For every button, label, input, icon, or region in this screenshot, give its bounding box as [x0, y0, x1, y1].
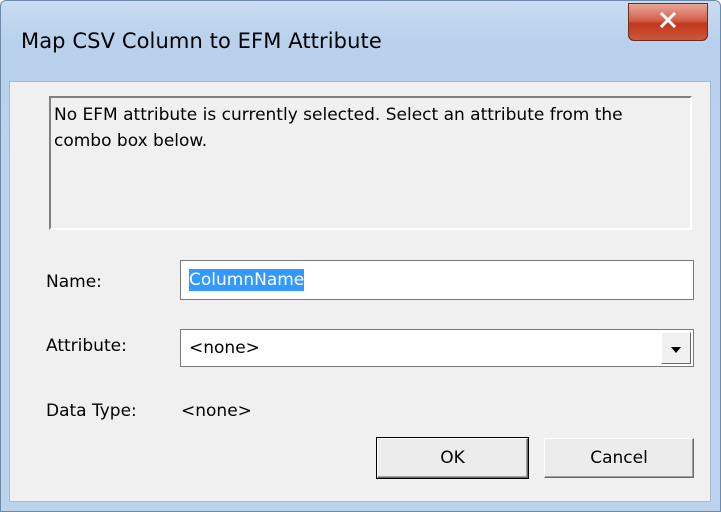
- info-message-line-1: No EFM attribute is currently selected. …: [54, 105, 623, 125]
- chevron-down-icon: [670, 339, 682, 358]
- name-label: Name:: [46, 272, 102, 292]
- dialog-window: Map CSV Column to EFM Attribute No EFM a…: [0, 0, 721, 512]
- data-type-label: Data Type:: [46, 401, 137, 421]
- title-bar[interactable]: Map CSV Column to EFM Attribute: [1, 1, 720, 81]
- attribute-combobox-value: <none>: [189, 338, 260, 358]
- info-message-box: No EFM attribute is currently selected. …: [49, 96, 692, 230]
- attribute-label: Attribute:: [46, 336, 127, 356]
- ok-button[interactable]: OK: [376, 437, 529, 479]
- close-icon: [659, 11, 677, 32]
- cancel-button[interactable]: Cancel: [544, 438, 694, 478]
- name-input-value: ColumnName: [189, 269, 305, 291]
- close-button[interactable]: [628, 3, 708, 41]
- name-input[interactable]: ColumnName: [180, 260, 694, 300]
- dialog-client-area: No EFM attribute is currently selected. …: [9, 81, 711, 502]
- info-message-line-2: combo box below.: [54, 131, 208, 151]
- combobox-dropdown-button[interactable]: [661, 332, 691, 364]
- data-type-value: <none>: [181, 401, 252, 421]
- attribute-combobox[interactable]: <none>: [180, 329, 694, 367]
- window-title: Map CSV Column to EFM Attribute: [21, 29, 382, 53]
